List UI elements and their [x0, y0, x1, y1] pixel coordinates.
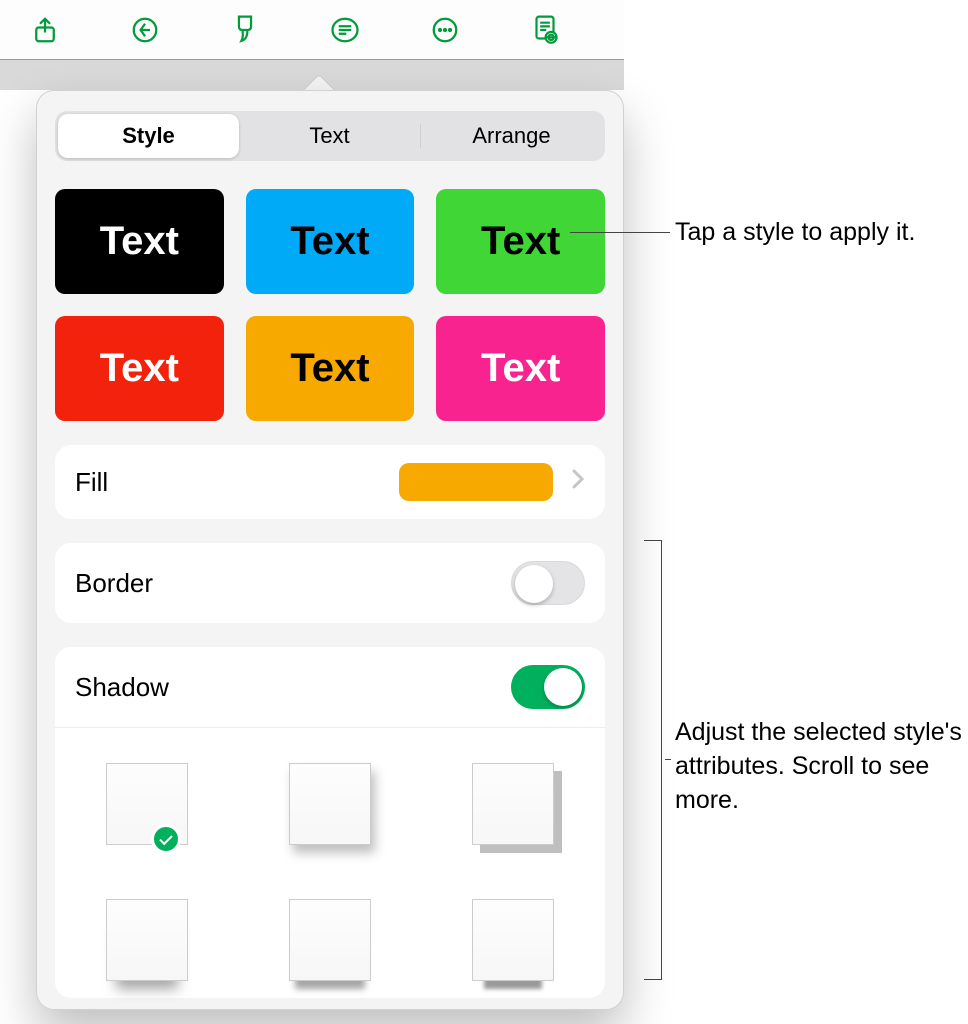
tab-style[interactable]: Style [58, 114, 239, 158]
tab-arrange[interactable]: Arrange [421, 114, 602, 158]
format-popover: Style Text Arrange TextTextTextTextTextT… [36, 90, 624, 1010]
segmented-control: Style Text Arrange [55, 111, 605, 161]
style-tile[interactable]: Text [436, 189, 605, 294]
format-brush-icon[interactable] [228, 13, 262, 47]
shadow-grid [55, 727, 605, 998]
shadow-option[interactable] [452, 756, 575, 852]
undo-icon[interactable] [128, 13, 162, 47]
check-icon [151, 824, 181, 854]
shadow-label: Shadow [75, 672, 511, 703]
shadow-option[interactable] [268, 756, 391, 852]
list-icon[interactable] [328, 13, 362, 47]
callout-top: Tap a style to apply it. [675, 218, 915, 247]
shadow-switch[interactable] [511, 665, 585, 709]
shadow-option[interactable] [268, 892, 391, 988]
style-tile[interactable]: Text [436, 316, 605, 421]
border-label: Border [75, 568, 511, 599]
border-row: Border [55, 543, 605, 623]
shadow-option[interactable] [85, 892, 208, 988]
style-tile[interactable]: Text [55, 189, 224, 294]
shadow-option[interactable] [85, 756, 208, 852]
callout-bracket [644, 540, 662, 980]
fill-swatch [399, 463, 553, 501]
callout-line [570, 232, 670, 233]
more-icon[interactable] [428, 13, 462, 47]
tab-text[interactable]: Text [239, 114, 420, 158]
fill-row[interactable]: Fill [55, 445, 605, 519]
style-tile[interactable]: Text [246, 316, 415, 421]
toolbar [0, 0, 624, 60]
shadow-option[interactable] [452, 892, 575, 988]
share-icon[interactable] [28, 13, 62, 47]
style-tile-grid: TextTextTextTextTextText [55, 189, 605, 421]
fill-label: Fill [75, 467, 399, 498]
style-tile[interactable]: Text [55, 316, 224, 421]
border-switch[interactable] [511, 561, 585, 605]
callout-bottom: Adjust the selected style's attributes. … [675, 716, 968, 817]
shadow-section: Shadow [55, 647, 605, 998]
read-mode-icon[interactable] [528, 13, 562, 47]
style-tile[interactable]: Text [246, 189, 415, 294]
callout-line [665, 759, 671, 760]
chevron-right-icon [571, 468, 585, 496]
